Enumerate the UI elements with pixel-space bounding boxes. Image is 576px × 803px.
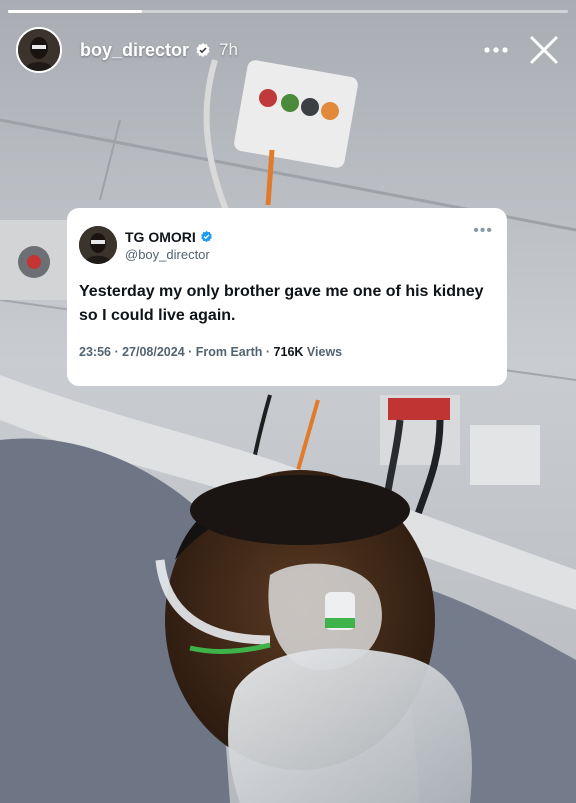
close-icon (530, 36, 558, 64)
tweet-more-icon[interactable]: ••• (473, 223, 493, 239)
story-username[interactable]: boy_director (80, 40, 189, 61)
tweet-source: From Earth (195, 345, 263, 359)
story-header: boy_director 7h (16, 26, 562, 74)
close-button[interactable] (526, 32, 562, 68)
tweet-header: TG OMORI @boy_director ••• (79, 223, 493, 264)
avatar[interactable] (16, 27, 62, 73)
story-progress-bar (8, 10, 568, 13)
tweet-text: Yesterday my only brother gave me one of… (79, 283, 484, 324)
embedded-tweet-card[interactable]: TG OMORI @boy_director ••• Yesterday my … (67, 208, 507, 386)
verified-badge-icon (200, 230, 212, 243)
tweet-author: TG OMORI @boy_director (125, 229, 213, 262)
tweet-author-name[interactable]: TG OMORI (125, 229, 196, 245)
tweet-views-label: Views (306, 345, 343, 359)
story-photo (0, 0, 576, 803)
story-timestamp: 7h (219, 40, 238, 59)
more-options-button[interactable] (476, 32, 516, 68)
story-progress-fill (8, 10, 143, 13)
tweet-timestamp: 23:56 · 27/08/2024 (79, 345, 185, 359)
verified-badge-icon (196, 43, 210, 57)
tweet-avatar[interactable] (79, 226, 117, 264)
more-horizontal-icon (484, 47, 508, 53)
story-viewer[interactable]: boy_director 7h TG OMORI @boy_director •… (0, 0, 576, 803)
tweet-meta: 23:56 · 27/08/2024 · From Earth · 716K V… (79, 345, 343, 359)
tweet-author-handle[interactable]: @boy_director (125, 247, 213, 262)
tweet-views-count: 716K (273, 345, 304, 359)
